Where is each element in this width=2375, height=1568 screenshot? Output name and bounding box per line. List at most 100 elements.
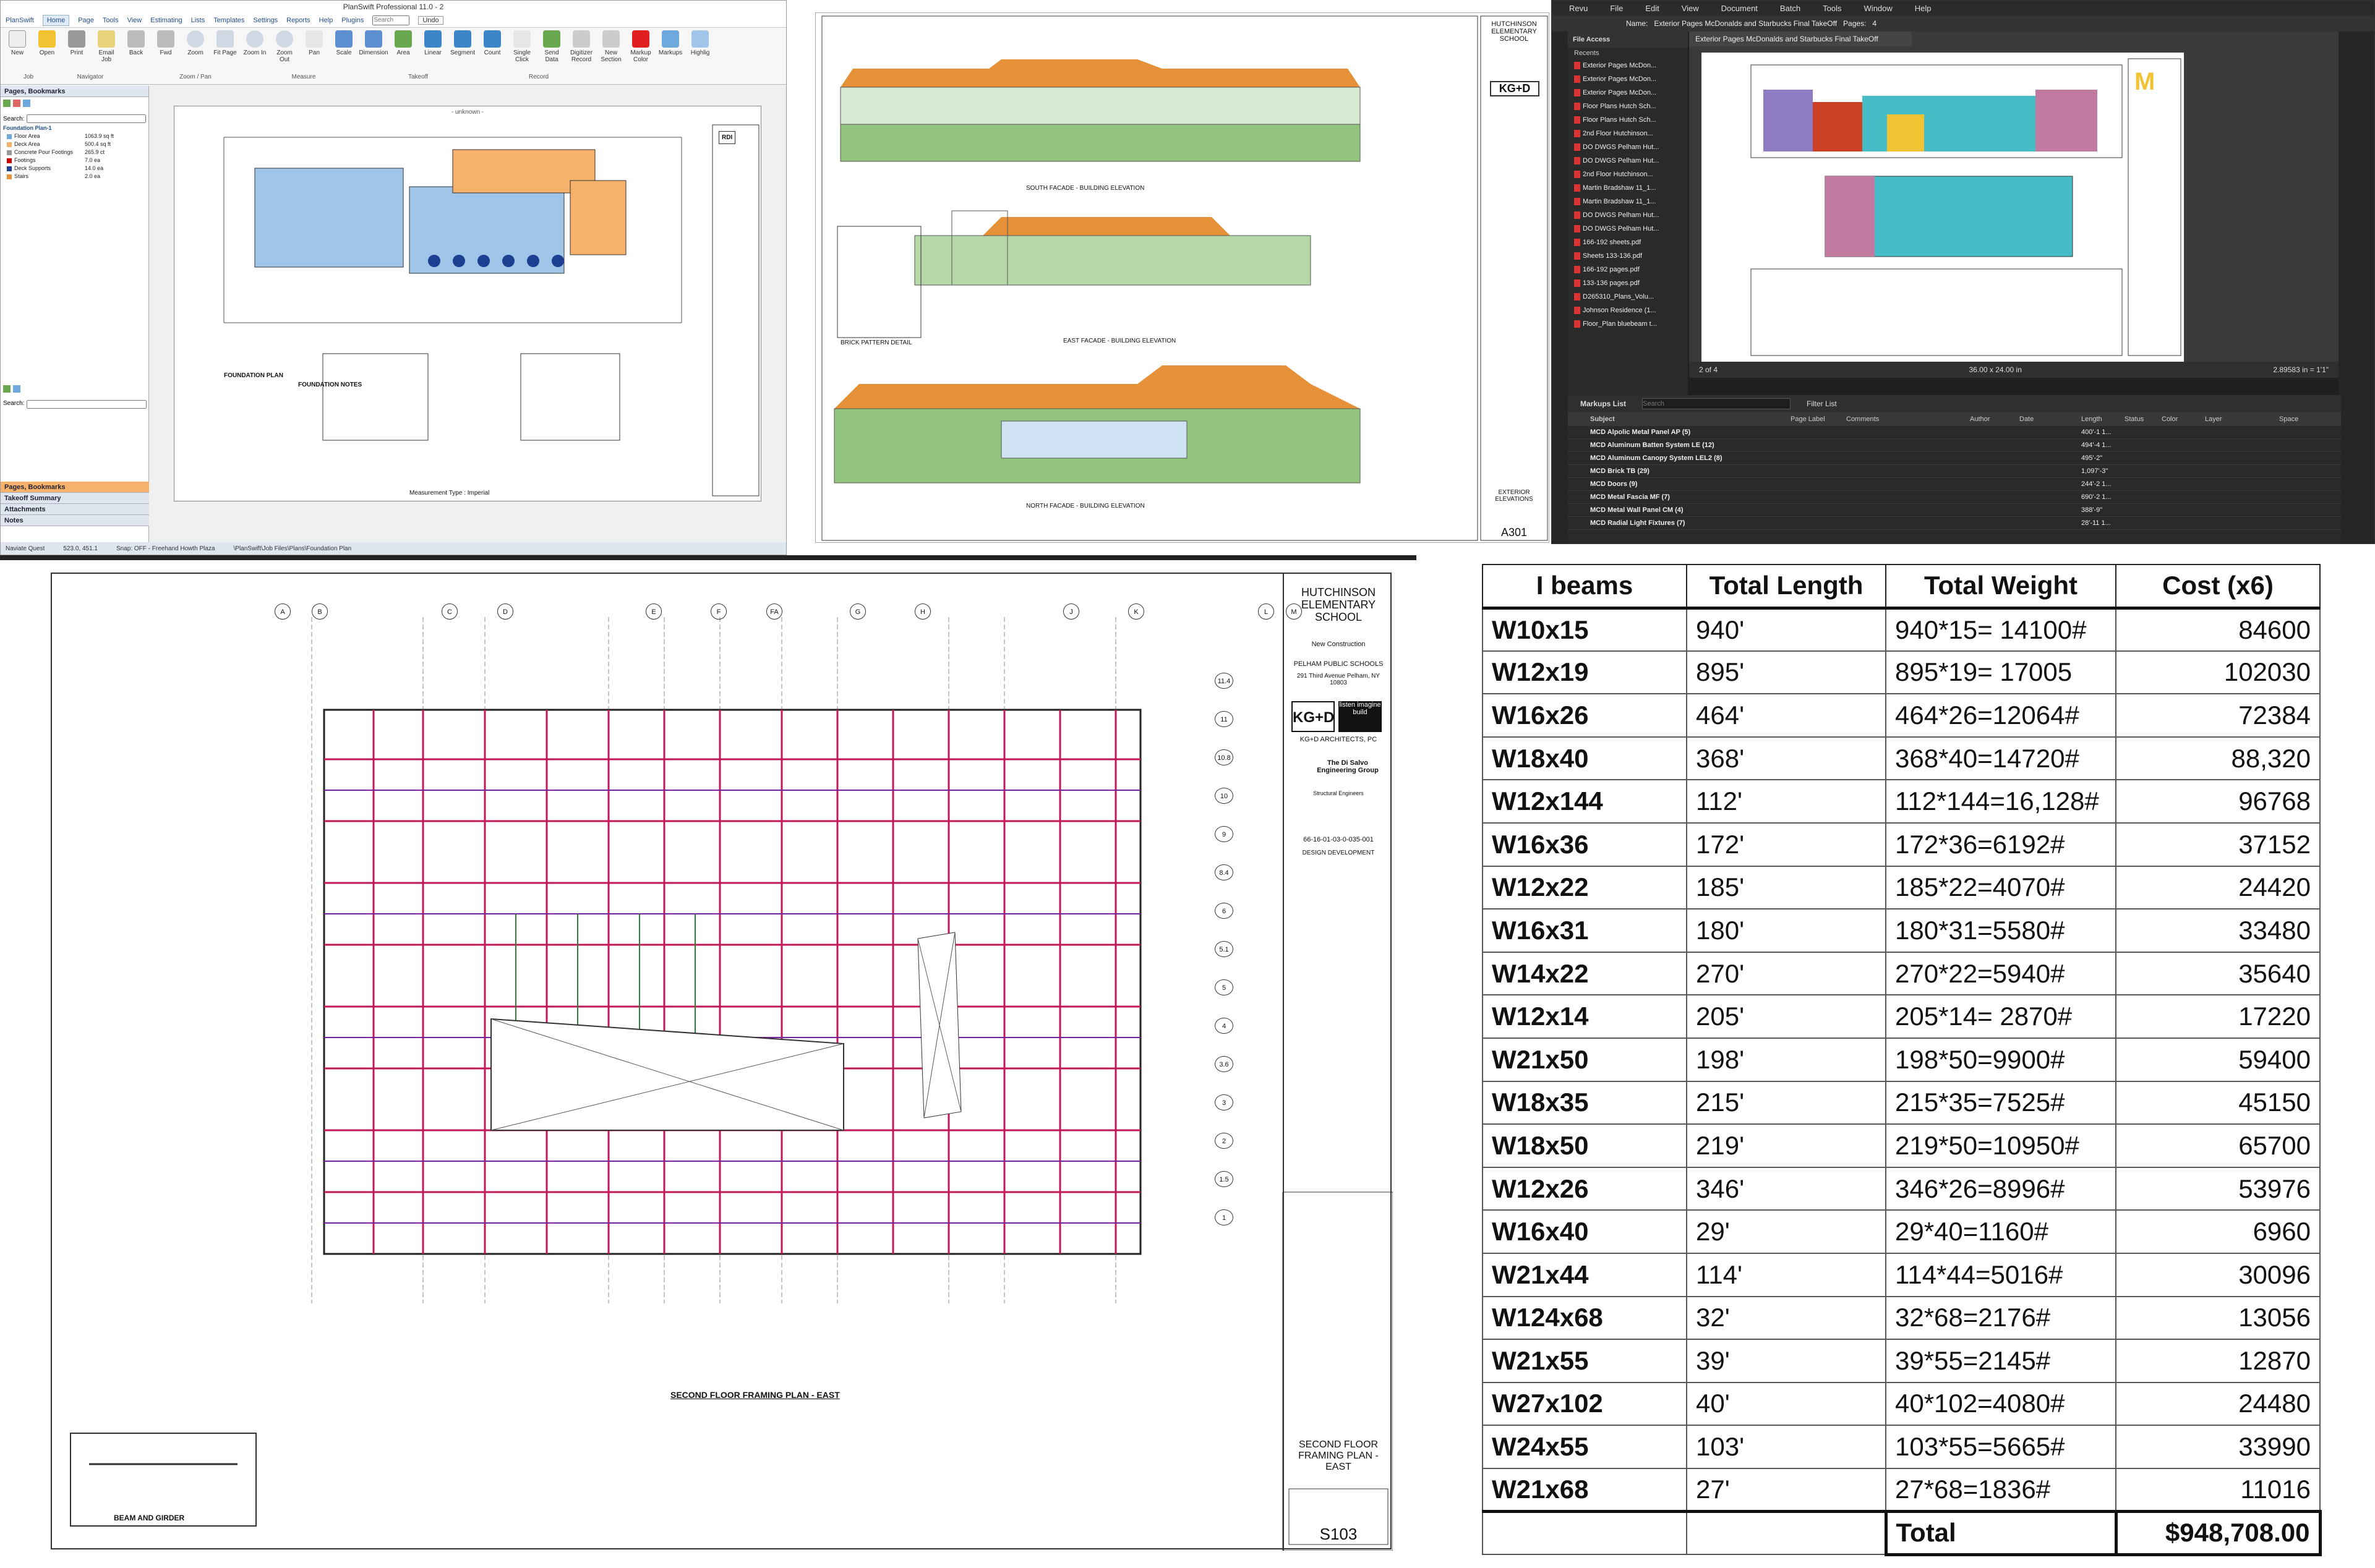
tab-takeoff-summary[interactable]: Takeoff Summary [1, 493, 149, 504]
markup-color-button[interactable]: Markup Color [628, 30, 654, 63]
menu-document[interactable]: Document [1721, 4, 1758, 13]
column-author[interactable]: Author [1970, 415, 2019, 423]
menu-help[interactable]: Help [319, 17, 333, 24]
zoom-button[interactable]: Zoom [182, 30, 208, 56]
send-data-button[interactable]: Send Data [539, 30, 565, 63]
recent-file-item[interactable]: Exterior Pages McDon... [1568, 59, 1688, 72]
recent-file-item[interactable]: Sheets 133-136.pdf [1568, 249, 1688, 263]
document-area[interactable]: Exterior Pages McDonalds and Starbucks F… [1689, 32, 2339, 378]
menu-planswift[interactable]: PlanSwift [6, 17, 34, 24]
column-subject[interactable]: Subject [1568, 415, 1791, 423]
recent-file-item[interactable]: DO DWGS Pelham Hut... [1568, 140, 1688, 154]
refresh-icon[interactable] [23, 100, 30, 107]
tree-item[interactable]: Floor Area 1063.9 sq ft [1, 132, 148, 140]
markups-button[interactable]: Markups [657, 30, 683, 56]
tab-attachments[interactable]: Attachments [1, 504, 149, 515]
menu-help[interactable]: Help [1915, 4, 1932, 13]
undo-button[interactable]: Undo [418, 15, 443, 25]
recent-file-item[interactable]: Floor Plans Hutch Sch... [1568, 100, 1688, 113]
markup-row[interactable]: MCD Metal Wall Panel CM (4) 388'-9" [1568, 504, 2341, 517]
delete-icon[interactable] [13, 100, 20, 107]
menu-view[interactable]: View [1682, 4, 1699, 13]
menu-batch[interactable]: Batch [1780, 4, 1800, 13]
forward-button[interactable]: Fwd [153, 30, 179, 56]
highlight-button[interactable]: Highlig [687, 30, 713, 56]
email-job-button[interactable]: Email Job [93, 30, 119, 63]
scale-button[interactable]: Scale [331, 30, 357, 56]
settings-icon[interactable] [13, 385, 20, 393]
menu-plugins[interactable]: Plugins [341, 17, 364, 24]
menu-templates[interactable]: Templates [213, 17, 244, 24]
segment-button[interactable]: Segment [450, 30, 476, 56]
recent-file-item[interactable]: Floor Plans Hutch Sch... [1568, 113, 1688, 127]
recent-file-item[interactable]: DO DWGS Pelham Hut... [1568, 222, 1688, 236]
markup-row[interactable]: MCD Brick TB (29) 1,097'-3" [1568, 465, 2341, 478]
recent-file-item[interactable]: 133-136 pages.pdf [1568, 276, 1688, 290]
lower-search-input[interactable] [27, 400, 147, 409]
menu-revu[interactable]: Revu [1569, 4, 1588, 13]
menu-settings[interactable]: Settings [253, 17, 278, 24]
back-button[interactable]: Back [123, 30, 149, 56]
tree-item[interactable]: Deck Supports 14.0 ea [1, 164, 148, 173]
column-space[interactable]: Space [2279, 415, 2329, 423]
recent-file-item[interactable]: Floor_Plan bluebeam t... [1568, 317, 1688, 331]
menu-page[interactable]: Page [78, 17, 94, 24]
search-input[interactable] [372, 15, 410, 25]
menu-view[interactable]: View [127, 17, 142, 24]
recent-file-item[interactable]: 2nd Floor Hutchinson... [1568, 168, 1688, 181]
recent-file-item[interactable]: DO DWGS Pelham Hut... [1568, 154, 1688, 168]
tree-item[interactable]: Concrete Pour Footings 265.9 ct [1, 148, 148, 156]
dimension-button[interactable]: Dimension [359, 30, 388, 56]
filter-list-button[interactable]: Filter List [1807, 399, 1837, 408]
column-status[interactable]: Status [2125, 415, 2162, 423]
recent-file-item[interactable]: 166-192 sheets.pdf [1568, 236, 1688, 249]
column-layer[interactable]: Layer [2205, 415, 2279, 423]
count-button[interactable]: Count [479, 30, 505, 56]
menu-tools[interactable]: Tools [1823, 4, 1841, 13]
menu-estimating[interactable]: Estimating [150, 17, 182, 24]
markups-search-input[interactable] [1642, 398, 1791, 409]
recent-file-item[interactable]: 166-192 pages.pdf [1568, 263, 1688, 276]
tree-item[interactable]: Deck Area 500.4 sq ft [1, 140, 148, 148]
recent-file-item[interactable]: Martin Bradshaw 11_1... [1568, 181, 1688, 195]
add-icon[interactable] [3, 100, 11, 107]
area-button[interactable]: Area [390, 30, 416, 56]
menu-tools[interactable]: Tools [103, 17, 119, 24]
menu-window[interactable]: Window [1864, 4, 1893, 13]
fit-page-button[interactable]: Fit Page [212, 30, 238, 56]
column-comments[interactable]: Comments [1846, 415, 1970, 423]
menu-file[interactable]: File [1610, 4, 1623, 13]
recent-file-item[interactable]: Martin Bradshaw 11_1... [1568, 195, 1688, 208]
menu-home[interactable]: Home [42, 14, 70, 26]
plan-canvas[interactable]: - unknown - FOUNDATION PLAN FOUNDATION N… [174, 106, 761, 501]
pan-button[interactable]: Pan [301, 30, 327, 56]
recent-file-item[interactable]: DO DWGS Pelham Hut... [1568, 208, 1688, 222]
markup-row[interactable]: MCD Radial Light Fixtures (7) 28'-11 1... [1568, 517, 2341, 530]
linear-button[interactable]: Linear [420, 30, 446, 56]
recent-file-item[interactable]: Exterior Pages McDon... [1568, 72, 1688, 86]
open-button[interactable]: Open [34, 30, 60, 56]
markup-row[interactable]: MCD Aluminum Batten System LE (12) 494'-4… [1568, 439, 2341, 452]
recent-file-item[interactable]: Johnson Residence (1... [1568, 304, 1688, 317]
menu-edit[interactable]: Edit [1645, 4, 1659, 13]
markup-row[interactable]: MCD Alpolic Metal Panel AP (5) 400'-1 1..… [1568, 426, 2341, 439]
markup-row[interactable]: MCD Metal Fascia MF (7) 690'-2 1... [1568, 491, 2341, 504]
recent-file-item[interactable]: Exterior Pages McDon... [1568, 86, 1688, 100]
recent-file-item[interactable]: D265310_Plans_Volu... [1568, 290, 1688, 304]
column-color[interactable]: Color [2162, 415, 2205, 423]
new-button[interactable]: New [4, 30, 30, 56]
add-icon[interactable] [3, 385, 11, 393]
column-page-label[interactable]: Page Label [1791, 415, 1846, 423]
column-length[interactable]: Length [2081, 415, 2125, 423]
zoom-out-button[interactable]: Zoom Out [272, 30, 297, 63]
menu-reports[interactable]: Reports [286, 17, 310, 24]
tree-root[interactable]: Foundation Plan-1 [1, 124, 148, 132]
single-click-button[interactable]: Single Click [509, 30, 535, 63]
document-tab[interactable]: Exterior Pages McDonalds and Starbucks F… [1689, 32, 1912, 46]
new-section-button[interactable]: New Section [598, 30, 624, 63]
tree-item[interactable]: Footings 7.0 ea [1, 156, 148, 164]
digitizer-record-button[interactable]: Digitizer Record [568, 30, 594, 63]
column-date[interactable]: Date [2019, 415, 2081, 423]
tab-notes[interactable]: Notes [1, 515, 149, 526]
recent-file-item[interactable]: 2nd Floor Hutchinson... [1568, 127, 1688, 140]
